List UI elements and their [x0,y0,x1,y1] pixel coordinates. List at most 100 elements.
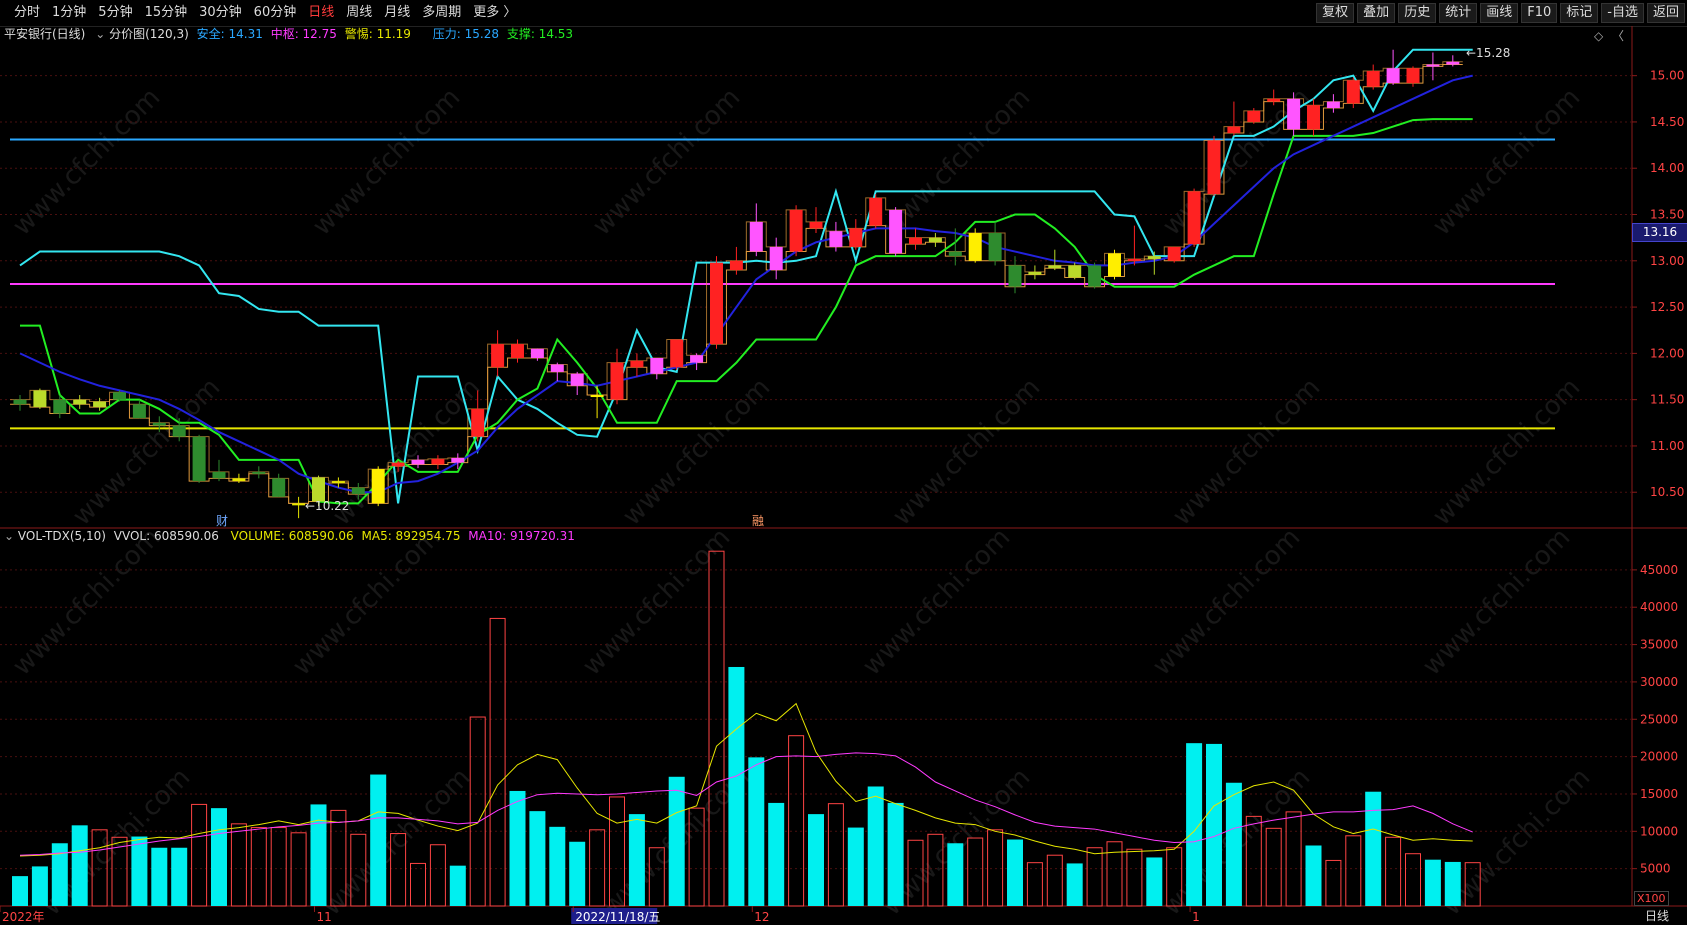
candle[interactable] [491,330,505,377]
candle[interactable] [33,388,47,409]
volume-bar[interactable] [529,811,546,906]
candle[interactable] [192,434,206,483]
volume-bar[interactable] [728,666,745,906]
candle[interactable] [809,207,823,234]
volume-bar[interactable] [768,802,785,906]
volume-bar[interactable] [230,823,247,907]
volume-bar[interactable] [290,832,307,907]
candle[interactable] [1147,251,1161,275]
candle[interactable] [710,256,723,349]
rong-marker[interactable]: 融 [752,512,764,529]
volume-bar[interactable] [668,776,685,906]
candle[interactable] [73,395,87,409]
chart-svg[interactable]: www.cfchi.com www.cfchi.com www.cfchi.com w… [0,0,1687,925]
volume-bar[interactable] [1285,811,1302,907]
candle[interactable] [610,348,624,405]
volume-bar[interactable] [250,827,267,907]
volume-bar[interactable] [1365,791,1382,906]
volume-bar[interactable] [947,843,964,906]
volume-bar[interactable] [1066,863,1083,906]
volume-bar[interactable] [569,841,586,906]
volume-bar[interactable] [1325,859,1342,907]
candle[interactable] [769,237,783,280]
period-label[interactable]: 日线 [1645,909,1669,923]
candle[interactable] [1326,94,1340,113]
volume-bar[interactable] [808,814,824,906]
volume-bar[interactable] [987,829,1004,907]
candle[interactable] [1088,262,1102,289]
volume-bar[interactable] [1206,743,1222,906]
volume-bar[interactable] [270,827,287,907]
volume-bar[interactable] [131,836,148,906]
volume-bar[interactable] [449,865,466,906]
candle[interactable] [1287,92,1301,136]
volume-bar[interactable] [1106,841,1123,907]
volume-bar[interactable] [1146,857,1163,906]
volume-bar[interactable] [1225,782,1242,906]
volume-bar[interactable] [887,802,904,906]
candle[interactable] [431,455,445,470]
candle[interactable] [252,466,266,479]
volume-bar[interactable] [1444,861,1461,906]
candle[interactable] [1187,188,1201,247]
candle[interactable] [889,207,903,257]
candle[interactable] [511,339,524,363]
volume-bar[interactable] [1086,847,1103,907]
volume-bar[interactable] [827,803,844,907]
candle[interactable] [1008,256,1022,294]
candle[interactable] [650,358,664,380]
volume-bar[interactable] [211,808,227,906]
candle[interactable] [968,228,982,263]
volume-bar[interactable] [171,847,188,906]
candle[interactable] [590,385,604,419]
candle[interactable] [690,353,704,371]
candle[interactable] [1366,64,1380,90]
volume-bar[interactable] [847,827,864,906]
candle[interactable] [1167,246,1181,263]
candle[interactable] [849,219,863,250]
candle[interactable] [789,205,803,257]
volume-bar[interactable] [1405,853,1421,907]
volume-bar[interactable] [31,866,48,906]
volume-bar[interactable] [1265,827,1282,907]
candle[interactable] [988,221,1002,266]
candle[interactable] [292,496,306,519]
volume-bar[interactable] [1026,862,1043,907]
candle[interactable] [1207,135,1221,196]
volume-bar[interactable] [1007,839,1023,906]
candle[interactable] [630,353,644,377]
volume-bar[interactable] [708,550,725,907]
candle[interactable] [530,348,544,361]
candle[interactable] [371,466,385,507]
volume-bar[interactable] [549,826,566,906]
volume-bar[interactable] [1126,848,1143,907]
volume-bar[interactable] [410,862,426,907]
candle[interactable] [749,203,763,257]
volume-bar[interactable] [12,876,28,906]
cai-marker[interactable]: 财 [216,512,228,529]
candle[interactable] [869,194,883,229]
volume-bar[interactable] [469,716,486,907]
candle[interactable] [909,228,922,250]
candle[interactable] [1426,52,1440,81]
candle[interactable] [570,371,584,396]
volume-bar[interactable] [71,825,88,906]
volume-bar[interactable] [1385,836,1402,907]
volume-bar[interactable] [867,786,884,906]
candle[interactable] [1127,225,1141,266]
volume-bar[interactable] [429,844,446,907]
candle[interactable] [1028,265,1042,280]
volume-bar[interactable] [748,757,765,906]
volume-bar[interactable] [1046,854,1063,907]
volume-bar[interactable] [370,774,387,906]
volume-bar[interactable] [788,735,805,907]
candle[interactable] [13,395,27,411]
volume-bar[interactable] [191,803,208,907]
candle[interactable] [272,473,286,497]
candle[interactable] [550,362,564,382]
volume-bar[interactable] [509,790,526,906]
candle[interactable] [1108,249,1121,280]
candle[interactable] [670,339,684,371]
candle[interactable] [928,233,942,247]
volume-bar[interactable] [151,847,168,906]
